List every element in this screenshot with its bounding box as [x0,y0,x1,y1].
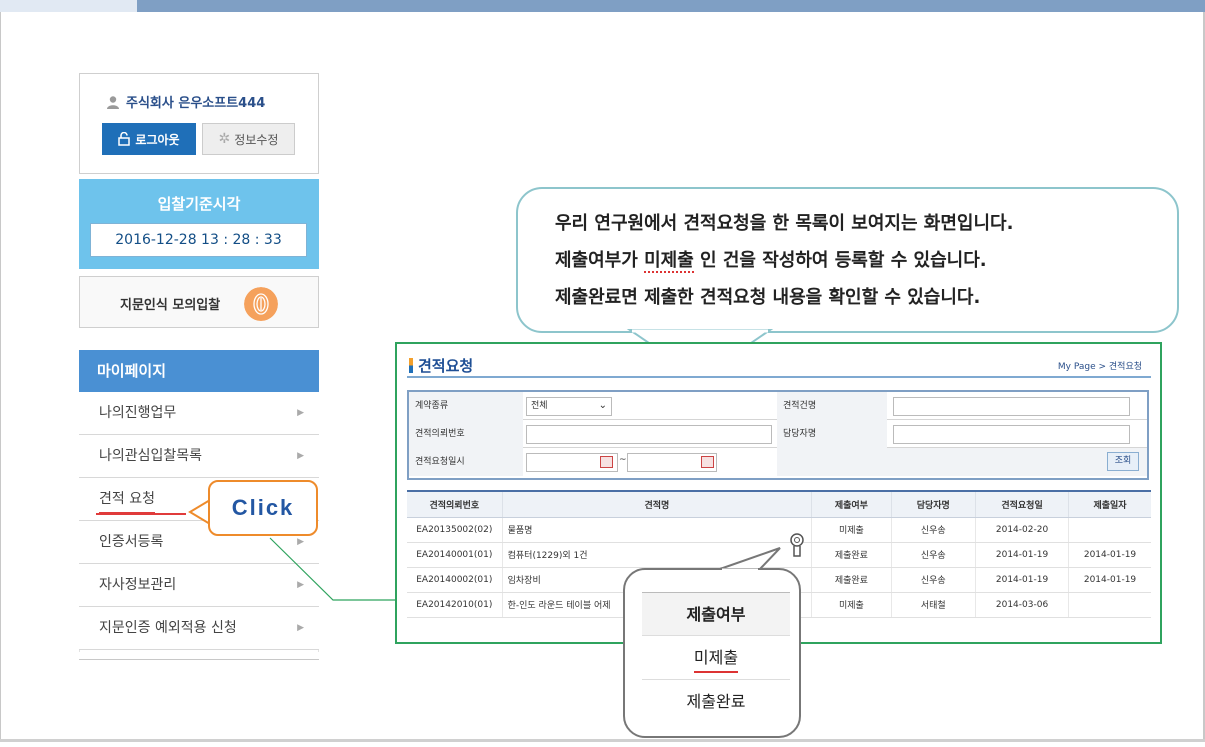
table-cell: EA20140002(01) [407,567,503,593]
search-row: 계약종류 전체 ⌄ 견적건명 [409,392,1147,420]
bubble-text: 인 건을 작성하여 등록할 수 있습니다. [693,250,987,271]
column-header: 제출여부 [811,490,891,518]
zoom-callout: 제출여부 미제출 제출완료 [623,568,801,738]
zoom-header: 제출여부 [642,592,790,636]
table-cell [1068,517,1151,543]
table-cell: 미제출 [811,592,891,618]
title-divider [407,376,1151,378]
table-cell: EA20140001(01) [407,542,503,568]
search-button[interactable]: 조회 [1107,452,1139,471]
search-filler [777,448,1147,476]
table-cell: 신우송 [890,567,976,593]
table-cell: 제출완료 [811,542,891,568]
info-bubble: 우리 연구원에서 견적요청을 한 목록이 보여지는 화면입니다. 제출여부가 미… [516,187,1179,333]
table-cell: 미제출 [811,517,891,543]
table-cell: 2014-02-20 [975,517,1069,543]
request-no-label: 견적의뢰번호 [409,420,523,448]
table-cell: 2014-03-06 [975,592,1069,618]
column-header: 담당자명 [890,490,976,518]
contract-type-label: 계약종류 [409,392,523,420]
column-header: 견적의뢰번호 [407,490,503,518]
table-cell[interactable]: 컴퓨터(1229)외 1건 [501,542,812,568]
title-marker [409,358,413,373]
table-cell: EA20135002(02) [407,517,503,543]
table-cell: 제출완료 [811,567,891,593]
table-cell[interactable]: 물품명 [501,517,812,543]
contract-type-value: 전체 [531,401,548,411]
panel-title-text: 견적요청 [418,357,474,375]
manager-input[interactable] [893,425,1130,444]
zoom-content: 제출여부 미제출 제출완료 [642,592,790,724]
column-header: 견적요청일 [975,490,1069,518]
bubble-line: 우리 연구원에서 견적요청을 한 목록이 보여지는 화면입니다. [555,213,1014,234]
bubble-line: 제출여부가 미제출 인 건을 작성하여 등록할 수 있습니다. [555,242,1177,279]
table-cell: 신우송 [890,542,976,568]
request-date-label: 견적요청일시 [409,448,523,476]
contract-type-select[interactable]: 전체 ⌄ [526,397,612,416]
chevron-down-icon: ⌄ [598,400,607,411]
search-row: 견적의뢰번호 담당자명 [409,420,1147,448]
table-row[interactable]: EA20140001(01) 컴퓨터(1229)외 1건 제출완료 신우송 20… [407,542,1151,568]
search-form: 계약종류 전체 ⌄ 견적건명 견적의뢰번호 담당자명 견적요청일시 ~ 조회 [407,390,1149,480]
table-cell: 2014-01-19 [975,542,1069,568]
bubble-line: 제출완료면 제출한 견적요청 내용을 확인할 수 있습니다. [555,287,981,308]
table-cell: 2014-01-19 [975,567,1069,593]
breadcrumb: My Page > 견적요청 [1057,362,1142,372]
request-no-input[interactable] [526,425,772,444]
date-separator: ~ [619,455,627,465]
estimate-name-label: 견적건명 [777,392,887,420]
zoom-row: 미제출 [642,636,790,680]
search-row: 견적요청일시 ~ 조회 [409,448,1147,476]
bubble-highlight: 미제출 [644,250,694,273]
column-header: 견적명 [501,490,812,518]
table-cell [1068,592,1151,618]
calendar-icon[interactable] [701,456,714,468]
panel-title: 견적요청 [409,355,473,376]
estimate-name-input[interactable] [893,397,1130,416]
manager-label: 담당자명 [777,420,887,448]
table-cell: 서태철 [890,592,976,618]
zoom-value-submitted: 제출완료 [686,692,746,711]
bubble-text: 제출여부가 [555,250,645,271]
table-cell: EA20142010(01) [407,592,503,618]
table-cell: 신우송 [890,517,976,543]
column-header: 제출일자 [1068,490,1151,518]
zoom-value-unsubmitted: 미제출 [693,648,739,673]
table-row[interactable]: EA20135002(02) 물품명 미제출 신우송 2014-02-20 [407,517,1151,543]
click-callout: Click [208,480,318,536]
table-cell: 2014-01-19 [1068,567,1151,593]
table-cell: 2014-01-19 [1068,542,1151,568]
calendar-icon[interactable] [600,456,613,468]
